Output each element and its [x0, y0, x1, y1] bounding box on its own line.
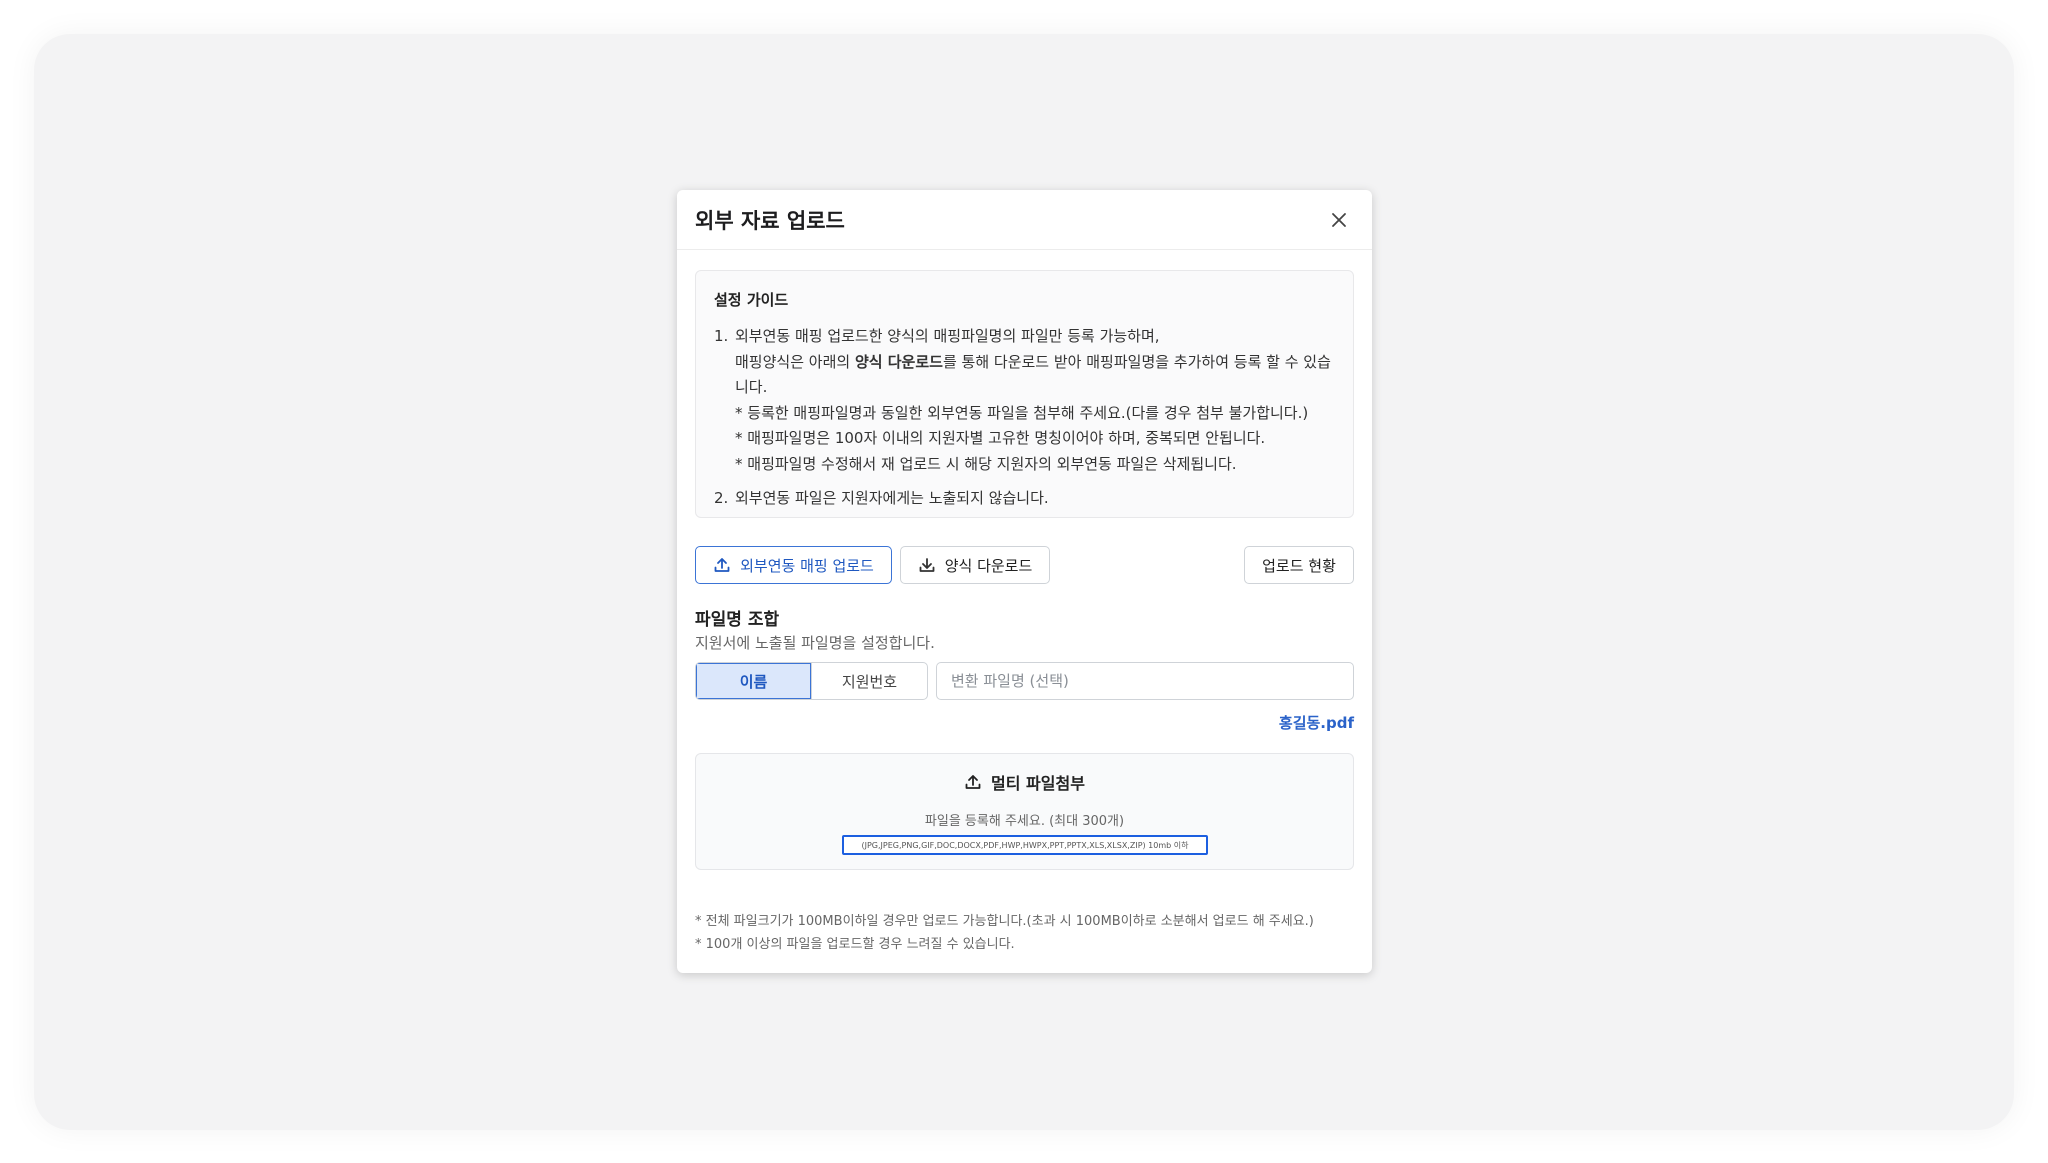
- modal-title: 외부 자료 업로드: [695, 208, 845, 233]
- multi-attach-label: 멀티 파일첨부: [991, 774, 1085, 793]
- option-applicant-number[interactable]: 지원번호: [811, 663, 927, 699]
- close-icon[interactable]: [1330, 211, 1348, 229]
- guide-item-number: 1.: [714, 327, 729, 345]
- upload-icon: [965, 775, 981, 789]
- allowed-file-types: (JPG,JPEG,PNG,GIF,DOC,DOCX,PDF,HWP,HWPX,…: [842, 835, 1208, 855]
- upload-modal: 외부 자료 업로드 설정 가이드 1. 외부연동 매핑 업로드한 양식의 매핑파…: [677, 190, 1372, 973]
- mapping-upload-label: 외부연동 매핑 업로드: [740, 556, 874, 575]
- guide-emphasis: 양식 다운로드: [854, 352, 943, 371]
- converted-filename-input[interactable]: [936, 662, 1354, 700]
- action-button-row: 외부연동 매핑 업로드 양식 다운로드 업로드 현황: [695, 546, 1354, 584]
- note-line: * 100개 이상의 파일을 업로드할 경우 느려질 수 있습니다.: [695, 937, 1015, 952]
- guide-list: 1. 외부연동 매핑 업로드한 양식의 매핑파일명의 파일만 등록 가능하며, …: [714, 324, 1335, 512]
- setup-guide: 설정 가이드 1. 외부연동 매핑 업로드한 양식의 매핑파일명의 파일만 등록…: [695, 270, 1354, 518]
- upload-icon: [714, 558, 730, 572]
- filename-option-toggle: 이름 지원번호: [695, 662, 928, 700]
- close-button[interactable]: [1324, 205, 1354, 235]
- multi-attach-button[interactable]: 멀티 파일첨부: [696, 770, 1353, 794]
- upload-notes: * 전체 파일크기가 100MB이하일 경우만 업로드 가능합니다.(초과 시 …: [695, 910, 1314, 956]
- filename-section-subtitle: 지원서에 노출될 파일명을 설정합니다.: [695, 634, 935, 652]
- upload-status-button[interactable]: 업로드 현황: [1244, 546, 1354, 584]
- filename-preview: 홍길동.pdf: [1278, 714, 1354, 732]
- guide-item-body: 외부연동 매핑 업로드한 양식의 매핑파일명의 파일만 등록 가능하며, 매핑양…: [735, 324, 1335, 477]
- guide-item-number: 2.: [714, 489, 729, 507]
- file-dropzone[interactable]: 멀티 파일첨부 파일을 등록해 주세요. (최대 300개) (JPG,JPEG…: [695, 753, 1354, 870]
- mapping-upload-button[interactable]: 외부연동 매핑 업로드: [695, 546, 892, 584]
- filename-section-title: 파일명 조합: [695, 610, 780, 630]
- guide-item-body: 외부연동 파일은 지원자에게는 노출되지 않습니다.: [735, 489, 1049, 507]
- guide-note: * 매핑파일명 수정해서 재 업로드 시 해당 지원자의 외부연동 파일은 삭제…: [735, 454, 1237, 473]
- guide-item-2: 2. 외부연동 파일은 지원자에게는 노출되지 않습니다.: [714, 486, 1335, 512]
- template-download-button[interactable]: 양식 다운로드: [900, 546, 1050, 584]
- download-icon: [919, 558, 935, 572]
- template-download-label: 양식 다운로드: [944, 556, 1033, 575]
- guide-line: 매핑양식은 아래의: [735, 352, 855, 371]
- guide-line: 외부연동 매핑 업로드한 양식의 매핑파일명의 파일만 등록 가능하며,: [735, 327, 1160, 345]
- modal-header: 외부 자료 업로드: [677, 190, 1372, 250]
- guide-note: * 매핑파일명은 100자 이내의 지원자별 고유한 명칭이어야 하며, 중복되…: [735, 429, 1266, 447]
- guide-item-1: 1. 외부연동 매핑 업로드한 양식의 매핑파일명의 파일만 등록 가능하며, …: [714, 324, 1335, 477]
- dropzone-hint: 파일을 등록해 주세요. (최대 300개): [924, 814, 1125, 829]
- option-name[interactable]: 이름: [696, 663, 811, 699]
- guide-title: 설정 가이드: [714, 291, 789, 309]
- upload-status-label: 업로드 현황: [1262, 556, 1336, 575]
- guide-note: * 등록한 매핑파일명과 동일한 외부연동 파일을 첨부해 주세요.(다를 경우…: [735, 403, 1309, 422]
- note-line: * 전체 파일크기가 100MB이하일 경우만 업로드 가능합니다.(초과 시 …: [695, 914, 1314, 929]
